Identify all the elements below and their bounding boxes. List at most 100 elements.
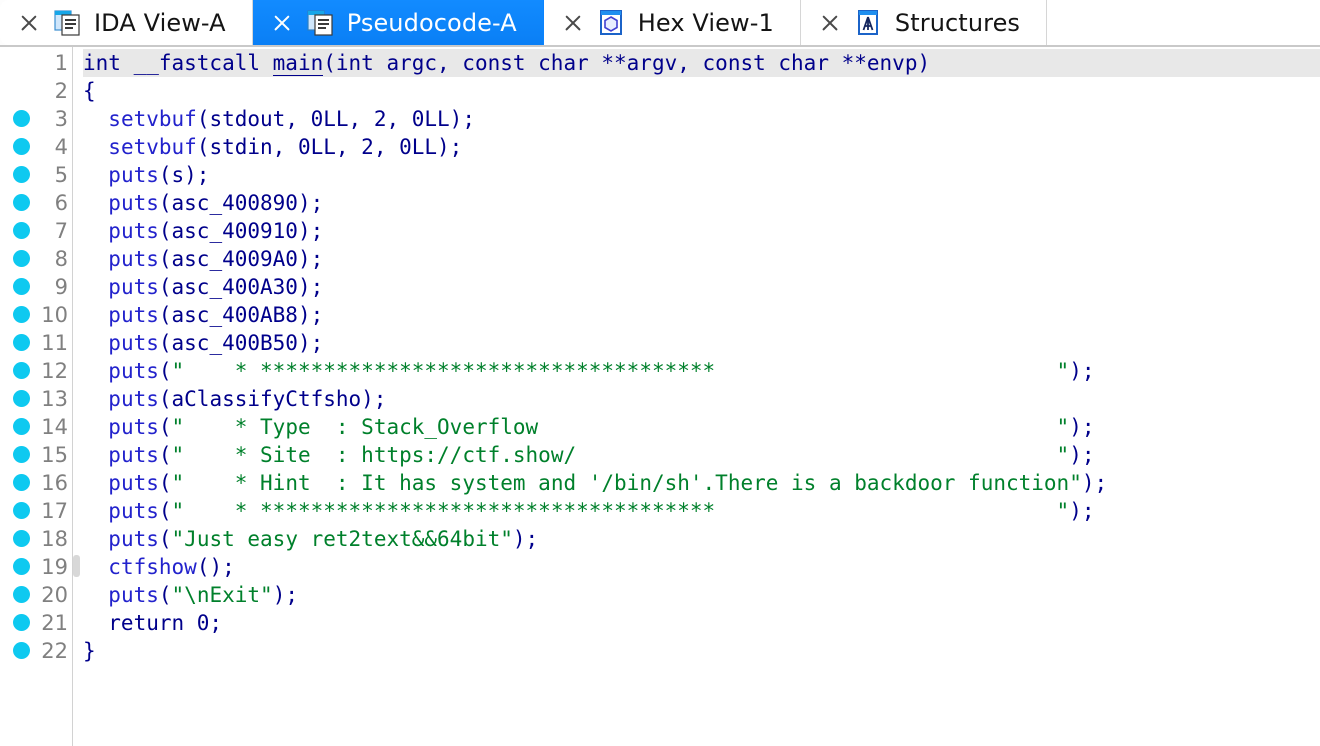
line-number: 5 bbox=[54, 163, 68, 187]
tab-pseudocode-a[interactable]: Pseudocode-A bbox=[252, 0, 544, 45]
code-line[interactable]: puts(s); bbox=[83, 161, 1320, 189]
document-pages-icon bbox=[306, 9, 334, 37]
code-line[interactable]: setvbuf(stdout, 0LL, 2, 0LL); bbox=[83, 105, 1320, 133]
gutter-row[interactable]: 6 bbox=[0, 189, 72, 217]
code-token: { bbox=[83, 79, 96, 103]
code-line[interactable]: setvbuf(stdin, 0LL, 2, 0LL); bbox=[83, 133, 1320, 161]
gutter-row[interactable]: 22 bbox=[0, 637, 72, 665]
code-token: ( bbox=[158, 527, 172, 551]
gutter-row[interactable]: 13 bbox=[0, 385, 72, 413]
gutter-row[interactable]: 5 bbox=[0, 161, 72, 189]
gutter-row[interactable]: 18 bbox=[0, 525, 72, 553]
code-line[interactable]: ctfshow(); bbox=[83, 553, 1320, 581]
code-line[interactable]: puts("Just easy ret2text&&64bit"); bbox=[83, 525, 1320, 553]
close-icon[interactable] bbox=[271, 12, 293, 34]
line-number: 22 bbox=[41, 639, 68, 663]
code-line[interactable]: return 0; bbox=[83, 609, 1320, 637]
line-number: 2 bbox=[54, 79, 68, 103]
gutter-row[interactable]: 19 bbox=[0, 553, 72, 581]
line-number-gutter[interactable]: 1 2 3 4 5 6 7 8 9 10 11 12 13 14 15 16 17 18 19 20 21 22 bbox=[0, 47, 72, 746]
breakpoint-dot-icon[interactable] bbox=[13, 390, 30, 407]
tab-ida-view-a[interactable]: IDA View-A bbox=[0, 0, 253, 45]
code-line[interactable]: puts(" * Type : Stack_Overflow "); bbox=[83, 413, 1320, 441]
breakpoint-dot-icon[interactable] bbox=[13, 278, 30, 295]
tab-hex-view-1[interactable]: Hex View-1 bbox=[543, 0, 801, 45]
code-token: return 0; bbox=[83, 611, 223, 635]
line-number: 20 bbox=[41, 583, 68, 607]
breakpoint-dot-icon[interactable] bbox=[13, 446, 30, 463]
breakpoint-dot-icon[interactable] bbox=[13, 222, 30, 239]
code-line[interactable]: puts(" * Hint : It has system and '/bin/… bbox=[83, 469, 1320, 497]
code-line[interactable]: puts(" * *******************************… bbox=[83, 497, 1320, 525]
code-line[interactable]: int __fastcall main(int argc, const char… bbox=[83, 49, 1320, 77]
code-token: ctfshow bbox=[108, 555, 197, 579]
close-icon[interactable] bbox=[562, 12, 584, 34]
gutter-row[interactable]: 1 bbox=[0, 49, 72, 77]
gutter-row[interactable]: 15 bbox=[0, 441, 72, 469]
breakpoint-dot-icon[interactable] bbox=[13, 334, 30, 351]
code-line[interactable]: puts(asc_4009A0); bbox=[83, 245, 1320, 273]
code-line[interactable]: puts(" * Site : https://ctf.show/ "); bbox=[83, 441, 1320, 469]
code-token: ( bbox=[158, 471, 172, 495]
gutter-row[interactable]: 8 bbox=[0, 245, 72, 273]
gutter-row[interactable]: 16 bbox=[0, 469, 72, 497]
hex-view-icon bbox=[597, 9, 625, 37]
tab-structures[interactable]: Structures bbox=[800, 0, 1048, 45]
breakpoint-dot-icon[interactable] bbox=[13, 530, 30, 547]
code-line[interactable]: puts(" * *******************************… bbox=[83, 357, 1320, 385]
tab-bar: IDA View-A Pseudocode-A Hex View-1 Struc… bbox=[0, 0, 1320, 47]
vertical-scrollbar-thumb[interactable] bbox=[73, 555, 80, 577]
gutter-row[interactable]: 4 bbox=[0, 133, 72, 161]
breakpoint-dot-icon[interactable] bbox=[13, 306, 30, 323]
breakpoint-dot-icon[interactable] bbox=[13, 110, 30, 127]
gutter-row[interactable]: 12 bbox=[0, 357, 72, 385]
breakpoint-dot-icon[interactable] bbox=[13, 362, 30, 379]
code-token: (asc_400B50); bbox=[158, 331, 324, 355]
tab-label: Hex View-1 bbox=[637, 8, 774, 37]
pseudocode-editor[interactable]: 1 2 3 4 5 6 7 8 9 10 11 12 13 14 15 16 17 18 19 20 21 22 int … bbox=[0, 47, 1320, 746]
breakpoint-dot-icon[interactable] bbox=[13, 558, 30, 575]
breakpoint-dot-icon[interactable] bbox=[13, 474, 30, 491]
breakpoint-dot-icon[interactable] bbox=[13, 642, 30, 659]
line-number: 8 bbox=[54, 247, 68, 271]
breakpoint-dot-icon[interactable] bbox=[13, 166, 30, 183]
code-line[interactable]: puts(aClassifyCtfsho); bbox=[83, 385, 1320, 413]
code-line[interactable]: { bbox=[83, 77, 1320, 105]
close-icon[interactable] bbox=[18, 12, 40, 34]
code-line[interactable]: puts(asc_400A30); bbox=[83, 273, 1320, 301]
gutter-row[interactable]: 21 bbox=[0, 609, 72, 637]
code-token: ); bbox=[1081, 471, 1108, 495]
line-number: 18 bbox=[41, 527, 68, 551]
gutter-row[interactable]: 20 bbox=[0, 581, 72, 609]
breakpoint-dot-icon[interactable] bbox=[13, 586, 30, 603]
breakpoint-dot-icon[interactable] bbox=[13, 418, 30, 435]
code-token: puts bbox=[108, 359, 159, 383]
close-icon[interactable] bbox=[819, 12, 841, 34]
code-line[interactable]: puts(asc_400B50); bbox=[83, 329, 1320, 357]
code-line[interactable]: puts(asc_400AB8); bbox=[83, 301, 1320, 329]
gutter-row[interactable]: 2 bbox=[0, 77, 72, 105]
code-token: " * Site : https://ctf.show/ " bbox=[171, 443, 1070, 467]
code-line[interactable]: puts("\nExit"); bbox=[83, 581, 1320, 609]
gutter-row[interactable]: 17 bbox=[0, 497, 72, 525]
gutter-row[interactable]: 9 bbox=[0, 273, 72, 301]
breakpoint-dot-icon[interactable] bbox=[13, 138, 30, 155]
breakpoint-dot-icon[interactable] bbox=[13, 502, 30, 519]
gutter-row[interactable]: 7 bbox=[0, 217, 72, 245]
breakpoint-dot-icon[interactable] bbox=[13, 614, 30, 631]
gutter-row[interactable]: 14 bbox=[0, 413, 72, 441]
code-text-area[interactable]: int __fastcall main(int argc, const char… bbox=[83, 47, 1320, 746]
breakpoint-dot-icon[interactable] bbox=[13, 250, 30, 267]
gutter-row[interactable]: 11 bbox=[0, 329, 72, 357]
breakpoint-dot-icon[interactable] bbox=[13, 194, 30, 211]
gutter-row[interactable]: 3 bbox=[0, 105, 72, 133]
code-token: ( bbox=[158, 415, 172, 439]
gutter-row[interactable]: 10 bbox=[0, 301, 72, 329]
code-line[interactable]: puts(asc_400890); bbox=[83, 189, 1320, 217]
code-token: int __fastcall bbox=[83, 51, 273, 75]
code-line[interactable]: puts(asc_400910); bbox=[83, 217, 1320, 245]
code-line[interactable]: } bbox=[83, 637, 1320, 665]
code-token: (s); bbox=[158, 163, 210, 187]
